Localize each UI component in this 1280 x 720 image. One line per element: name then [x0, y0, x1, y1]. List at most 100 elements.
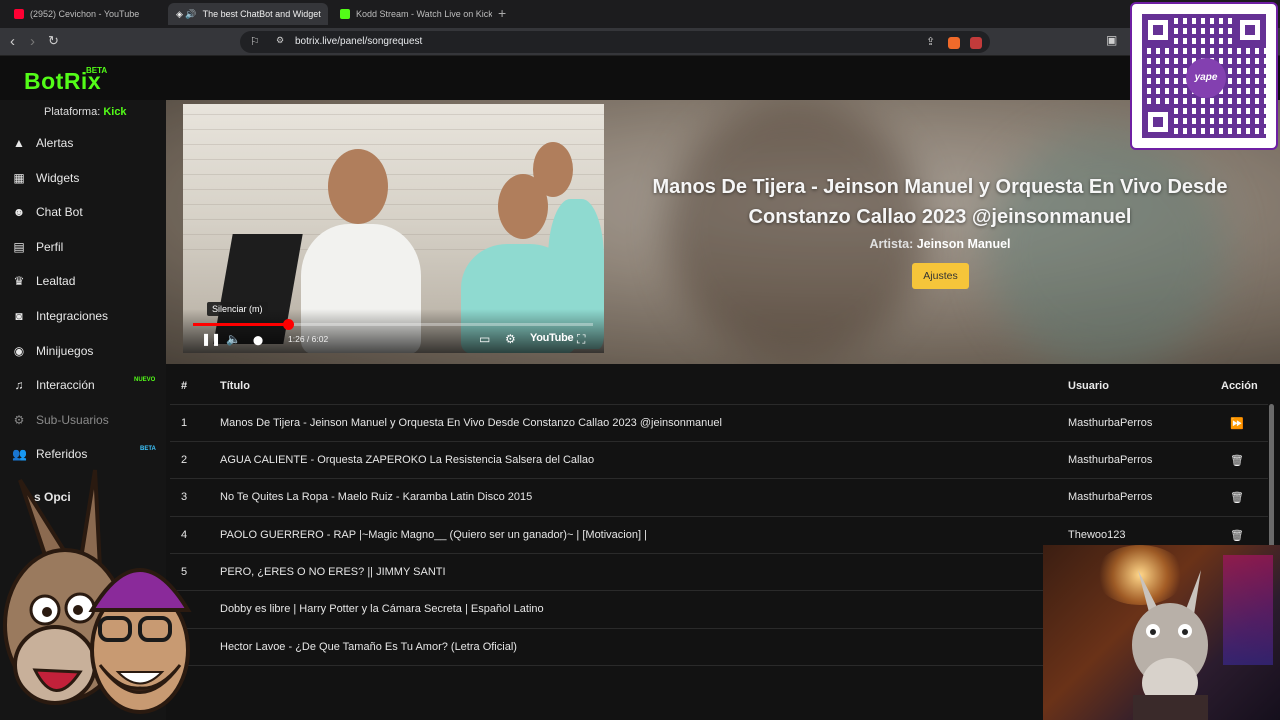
- browser-tab-kick[interactable]: Kodd Stream - Watch Live on Kick: [332, 3, 492, 25]
- url-bar[interactable]: ⚐ ⚙ botrix.live/panel/songrequest ⇪: [240, 31, 990, 53]
- qr-finder: [1234, 14, 1266, 46]
- sidebar-item-label: Alertas: [36, 136, 74, 150]
- site-info-icon[interactable]: ⚙: [276, 35, 284, 46]
- sidebar-toggle-icon[interactable]: ▣: [1106, 33, 1117, 47]
- donkey-mask-streamer: [1132, 570, 1208, 720]
- plug-icon: ◙: [15, 309, 23, 323]
- row-user: Thewoo123: [1068, 529, 1126, 541]
- sidebar-item-chatbot[interactable]: ☻ Chat Bot: [12, 199, 162, 225]
- row-number: 1: [181, 417, 188, 429]
- artist-label: Artista:: [869, 237, 914, 251]
- tab-title: Kodd Stream - Watch Live on Kick: [356, 9, 492, 19]
- platform-indicator: Plataforma: Kick: [44, 106, 127, 118]
- video-player[interactable]: Silenciar (m) ❚❚ 🔈 ⬤ 1:26 / 6:02 ▭ ⚙ You…: [183, 104, 604, 353]
- table-row[interactable]: 1 Manos De Tijera - Jeinson Manuel y Orq…: [170, 404, 1268, 441]
- bookmark-icon[interactable]: ⚐: [250, 35, 260, 48]
- back-icon[interactable]: ‹: [10, 33, 15, 50]
- sidebar-item-label: Minijuegos: [36, 344, 94, 358]
- browser-tab-youtube[interactable]: (2952) Cevichon - YouTube: [6, 3, 164, 25]
- gamepad-icon: ◉: [13, 344, 25, 358]
- id-card-icon: ▤: [13, 240, 25, 254]
- share-icon[interactable]: ⇪: [926, 35, 935, 48]
- volume-icon[interactable]: 🔈: [226, 332, 241, 346]
- artist-line: Artista: Jeinson Manuel: [630, 237, 1250, 251]
- row-user: MasthurbaPerros: [1068, 454, 1153, 466]
- video-scrubber-handle[interactable]: [282, 319, 294, 330]
- yape-logo: yape: [1186, 58, 1226, 98]
- fullscreen-icon[interactable]: ⛶: [577, 332, 585, 347]
- volume-slider[interactable]: ⬤: [253, 335, 263, 346]
- cartoon-donkey-overlay: [3, 469, 192, 714]
- kick-favicon-icon: [340, 9, 350, 19]
- yape-qr-code: yape: [1130, 2, 1278, 150]
- webcam-overlay: [1043, 545, 1280, 720]
- sidebar-item-label: Widgets: [36, 171, 80, 185]
- youtube-logo[interactable]: YouTube: [530, 332, 574, 344]
- video-frame-musician-head: [533, 142, 573, 197]
- row-user: MasthurbaPerros: [1068, 417, 1153, 429]
- trophy-icon: ♛: [13, 274, 25, 288]
- qr-pattern: yape: [1142, 14, 1266, 138]
- new-tab-button[interactable]: +: [498, 5, 506, 21]
- trash-icon[interactable]: 🗑: [1230, 529, 1244, 542]
- platform-label: Plataforma:: [44, 106, 101, 118]
- trash-icon[interactable]: 🗑: [1230, 491, 1244, 504]
- sidebar-item-interaccion[interactable]: ♫ Interacción: [12, 372, 162, 398]
- tab-title: The best ChatBot and Widget: [202, 9, 321, 19]
- music-icon: ♫: [14, 378, 24, 392]
- mute-tooltip: Silenciar (m): [207, 302, 268, 316]
- column-header-title: Título: [220, 380, 250, 392]
- app-header: [0, 56, 1280, 100]
- close-tab-icon[interactable]: ✕: [327, 8, 328, 21]
- brave-rewards-icon[interactable]: [970, 37, 982, 49]
- pause-icon[interactable]: ❚❚: [201, 332, 221, 346]
- row-title: Hector Lavoe - ¿De Que Tamaño Es Tu Amor…: [220, 641, 517, 653]
- url-text: botrix.live/panel/songrequest: [295, 36, 423, 47]
- beta-badge: BETA: [86, 66, 108, 75]
- now-playing-title: Manos De Tijera - Jeinson Manuel y Orque…: [652, 176, 1228, 228]
- browser-tab-botrix[interactable]: ◈ 🔊 The best ChatBot and Widget ✕: [168, 3, 328, 25]
- sidebar-item-label: Sub-Usuarios: [36, 413, 109, 427]
- sidebar-item-label: Lealtad: [36, 274, 76, 288]
- table-row[interactable]: 2 AGUA CALIENTE - Orquesta ZAPEROKO La R…: [170, 441, 1268, 478]
- row-user: MasthurbaPerros: [1068, 491, 1153, 503]
- reload-icon[interactable]: ↻: [48, 33, 59, 49]
- sidebar-item-minijuegos[interactable]: ◉ Minijuegos: [12, 338, 162, 364]
- video-progress-bar[interactable]: [193, 319, 593, 330]
- webcam-neon: [1223, 555, 1273, 665]
- sidebar-item-label: Integraciones: [36, 309, 109, 323]
- robot-icon: ☻: [12, 205, 26, 219]
- skip-forward-icon[interactable]: ⏩: [1230, 417, 1244, 430]
- forward-icon[interactable]: ›: [30, 33, 35, 50]
- warning-icon: ▲: [13, 136, 25, 150]
- users-icon: 👥: [12, 447, 27, 461]
- sidebar-item-perfil[interactable]: ▤ Perfil: [12, 234, 162, 260]
- users-cog-icon: ⚙: [13, 413, 25, 427]
- row-title: PAOLO GUERRERO - RAP |~Magic Magno__ (Qu…: [220, 529, 647, 541]
- row-title: No Te Quites La Ropa - Maelo Ruiz - Kara…: [220, 491, 533, 503]
- volume-icon: ◈ 🔊: [176, 8, 197, 19]
- row-title: PERO, ¿ERES O NO ERES? || JIMMY SANTI: [220, 566, 446, 578]
- row-title: Manos De Tijera - Jeinson Manuel y Orque…: [220, 417, 722, 429]
- sidebar-item-sub-usuarios[interactable]: ⚙ Sub-Usuarios: [12, 407, 162, 433]
- brave-shield-icon[interactable]: [948, 37, 960, 49]
- video-progress-fill: [193, 323, 288, 326]
- video-frame-singer-head: [328, 149, 388, 224]
- settings-gear-icon[interactable]: ⚙: [505, 332, 516, 346]
- trash-icon[interactable]: 🗑: [1230, 454, 1244, 467]
- row-title: AGUA CALIENTE - Orquesta ZAPEROKO La Res…: [220, 454, 595, 466]
- table-row[interactable]: 3 No Te Quites La Ropa - Maelo Ruiz - Ka…: [170, 478, 1268, 515]
- subtitles-icon[interactable]: ▭: [479, 332, 490, 346]
- sidebar-item-label: Chat Bot: [36, 205, 83, 219]
- sidebar-item-alertas[interactable]: ▲ Alertas: [12, 130, 162, 156]
- tab-title: (2952) Cevichon - YouTube: [30, 9, 140, 19]
- browser-toolbar: ‹ › ↻ ⚐ ⚙ botrix.live/panel/songrequest …: [0, 28, 1280, 56]
- new-badge: NUEVO: [134, 377, 156, 383]
- sidebar-item-integraciones[interactable]: ◙ Integraciones: [12, 303, 162, 329]
- column-header-user: Usuario: [1068, 380, 1109, 392]
- sidebar-item-widgets[interactable]: ▦ Widgets: [12, 165, 162, 191]
- column-header-action: Acción: [1221, 380, 1258, 392]
- sidebar-item-lealtad[interactable]: ♛ Lealtad: [12, 268, 162, 294]
- settings-button[interactable]: Ajustes: [912, 263, 969, 289]
- column-header-num: #: [181, 380, 188, 392]
